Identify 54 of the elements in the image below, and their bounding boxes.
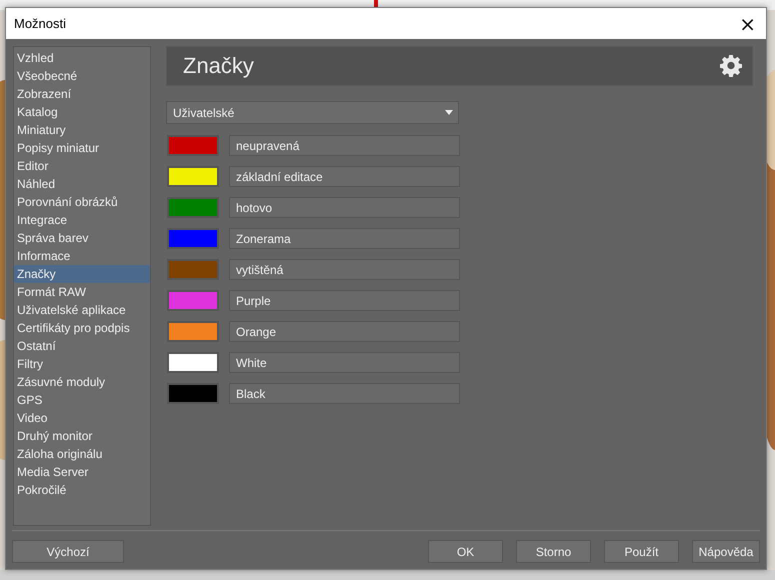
dialog-button[interactable]: OK — [428, 540, 503, 563]
color-swatch[interactable] — [167, 290, 219, 311]
category-item[interactable]: Katalog — [14, 103, 150, 121]
label-name-field[interactable]: Black — [229, 383, 460, 404]
category-item[interactable]: Editor — [14, 157, 150, 175]
category-item[interactable]: Media Server — [14, 463, 150, 481]
category-item[interactable]: Certifikáty pro podpis — [14, 319, 150, 337]
category-item[interactable]: Filtry — [14, 355, 150, 373]
category-item[interactable]: Všeobecné — [14, 67, 150, 85]
category-item[interactable]: Formát RAW — [14, 283, 150, 301]
preset-dropdown[interactable]: Uživatelské — [166, 101, 459, 124]
category-item[interactable]: Popisy miniatur — [14, 139, 150, 157]
label-name-field[interactable]: hotovo — [229, 197, 460, 218]
window-title: Možnosti — [14, 16, 66, 31]
default-button[interactable]: Výchozí — [12, 540, 124, 563]
label-name-field[interactable]: White — [229, 352, 460, 373]
label-name-field[interactable]: Orange — [229, 321, 460, 342]
category-item[interactable]: Zobrazení — [14, 85, 150, 103]
color-swatch[interactable] — [167, 135, 219, 156]
dialog-button[interactable]: Nápověda — [692, 540, 760, 563]
color-swatch[interactable] — [167, 383, 219, 404]
color-swatch[interactable] — [167, 228, 219, 249]
category-item[interactable]: Miniatury — [14, 121, 150, 139]
label-name-field[interactable]: neupravená — [229, 135, 460, 156]
category-item[interactable]: Pokročilé — [14, 481, 150, 499]
category-item[interactable]: Video — [14, 409, 150, 427]
color-swatch[interactable] — [167, 259, 219, 280]
section-title: Značky — [183, 53, 254, 79]
color-swatch[interactable] — [167, 166, 219, 187]
label-name-field[interactable]: Purple — [229, 290, 460, 311]
category-item[interactable]: Záloha originálu — [14, 445, 150, 463]
category-item[interactable]: Uživatelské aplikace — [14, 301, 150, 319]
category-item[interactable]: Porovnání obrázků — [14, 193, 150, 211]
label-name-field[interactable]: vytištěná — [229, 259, 460, 280]
dialog-button[interactable]: Storno — [516, 540, 591, 563]
category-item[interactable]: Správa barev — [14, 229, 150, 247]
category-item[interactable]: Zásuvné moduly — [14, 373, 150, 391]
label-name-field[interactable]: Zonerama — [229, 228, 460, 249]
category-item[interactable]: Informace — [14, 247, 150, 265]
category-item[interactable]: Druhý monitor — [14, 427, 150, 445]
category-item[interactable]: GPS — [14, 391, 150, 409]
category-item[interactable]: Značky — [14, 265, 150, 283]
settings-icon[interactable] — [720, 55, 742, 77]
color-swatch[interactable] — [167, 321, 219, 342]
color-swatch[interactable] — [167, 197, 219, 218]
category-item[interactable]: Náhled — [14, 175, 150, 193]
caret-icon — [445, 110, 453, 115]
dialog-button[interactable]: Použít — [604, 540, 679, 563]
close-button[interactable]: × — [737, 14, 758, 34]
label-name-field[interactable]: základní editace — [229, 166, 460, 187]
category-item[interactable]: Integrace — [14, 211, 150, 229]
category-item[interactable]: Vzhled — [14, 49, 150, 67]
category-item[interactable]: Ostatní — [14, 337, 150, 355]
color-swatch[interactable] — [167, 352, 219, 373]
